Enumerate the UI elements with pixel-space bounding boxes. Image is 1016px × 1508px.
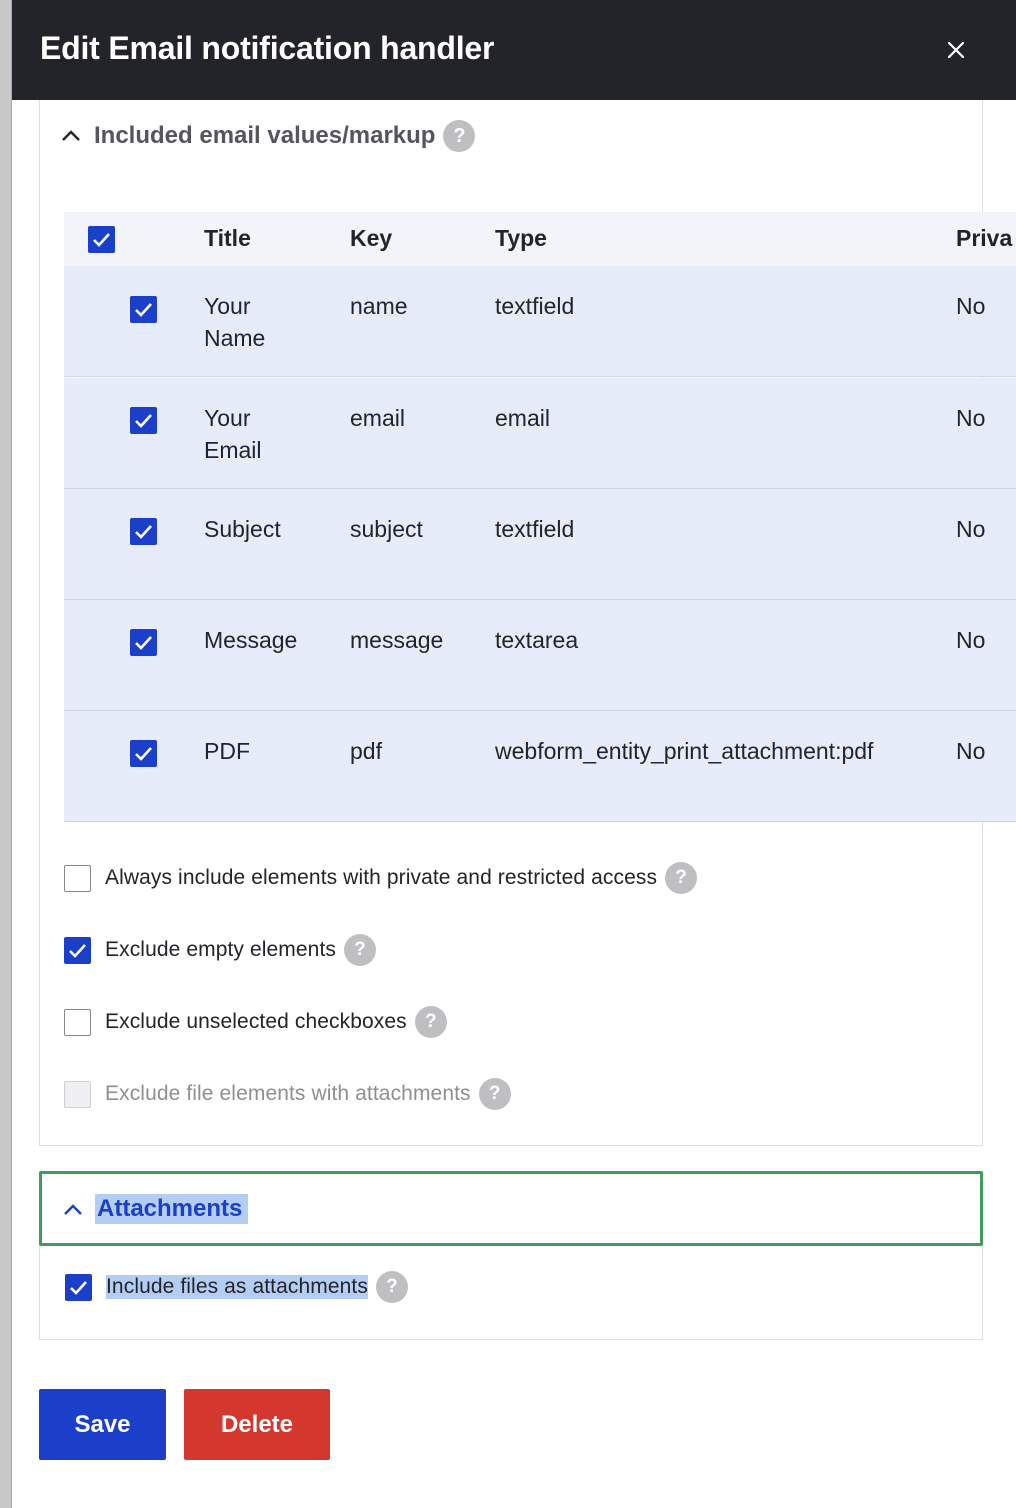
- attachments-label: Attachments: [95, 1194, 249, 1224]
- include-files-checkbox[interactable]: [65, 1273, 92, 1301]
- table-row: PDF pdf webform_entity_print_attachment:…: [64, 711, 1016, 822]
- help-icon[interactable]: ?: [343, 934, 376, 966]
- close-button[interactable]: [942, 36, 970, 64]
- option-label: Include files as attachments: [106, 1275, 368, 1299]
- row-key: subject: [350, 516, 423, 542]
- left-page-edge: [0, 0, 12, 1508]
- help-icon[interactable]: ?: [414, 1006, 447, 1038]
- checkmark-icon: [93, 233, 110, 247]
- dialog-header: Edit Email notification handler: [12, 0, 1016, 100]
- row-title: PDF: [204, 738, 250, 764]
- row-checkbox[interactable]: [130, 518, 157, 545]
- checkmark-icon: [70, 1280, 87, 1295]
- row-title-line: Your: [204, 405, 251, 431]
- table-row: Subject subject textfield No: [64, 489, 1016, 600]
- header-key: Key: [350, 225, 393, 251]
- always-include-private-checkbox[interactable]: [64, 864, 91, 892]
- chevron-up-icon: [64, 1204, 82, 1215]
- row-title-line: Email: [204, 437, 262, 463]
- checkmark-icon: [135, 747, 152, 761]
- table-row: Your Email email email No: [64, 378, 1016, 489]
- row-type: textarea: [495, 627, 579, 653]
- row-title: Your Email: [204, 402, 262, 466]
- select-all-checkbox[interactable]: [88, 226, 115, 253]
- row-key: message: [350, 627, 444, 653]
- option-label: Exclude empty elements: [105, 938, 336, 961]
- attachments-details: Include files as attachments ?: [39, 1246, 983, 1340]
- checkmark-icon: [135, 636, 152, 650]
- chevron-up-icon: [62, 130, 80, 141]
- help-icon[interactable]: ?: [665, 862, 698, 894]
- exclude-unselected-checkbox[interactable]: [64, 1008, 91, 1036]
- option-label: Always include elements with private and…: [105, 866, 658, 889]
- help-icon[interactable]: ?: [478, 1078, 511, 1110]
- table-row: Message message textarea No: [64, 600, 1016, 711]
- row-type: webform_entity_print_attachment:pdf: [495, 738, 874, 764]
- option-include-files[interactable]: Include files as attachments ?: [65, 1271, 408, 1303]
- option-exclude-file-elements: Exclude file elements with attachments ?: [64, 1078, 511, 1110]
- option-label: Exclude file elements with attachments: [105, 1082, 471, 1105]
- row-private: No: [956, 627, 986, 653]
- header-type: Type: [495, 225, 547, 251]
- help-icon[interactable]: ?: [443, 120, 476, 152]
- checkmark-icon: [135, 303, 152, 317]
- row-private: No: [956, 293, 986, 319]
- save-button[interactable]: Save: [39, 1389, 166, 1460]
- row-key: name: [350, 293, 408, 319]
- row-checkbox[interactable]: [130, 629, 157, 656]
- row-private: No: [956, 516, 986, 542]
- header-title: Title: [204, 225, 251, 251]
- row-key: pdf: [350, 738, 382, 764]
- row-checkbox[interactable]: [130, 296, 157, 323]
- exclude-file-elements-checkbox: [64, 1080, 91, 1108]
- checkmark-icon: [135, 525, 152, 539]
- row-checkbox[interactable]: [130, 407, 157, 434]
- header-private: Priva: [956, 225, 1013, 251]
- attachments-summary[interactable]: Attachments: [39, 1171, 983, 1246]
- dialog-title: Edit Email notification handler: [40, 30, 495, 66]
- table-row: Your Name name textfield No: [64, 266, 1016, 377]
- checkmark-icon: [135, 414, 152, 428]
- option-exclude-unselected[interactable]: Exclude unselected checkboxes ?: [64, 1006, 447, 1038]
- row-key: email: [350, 405, 405, 431]
- delete-button[interactable]: Delete: [184, 1389, 330, 1460]
- included-values-summary[interactable]: Included email values/markup ?: [60, 120, 476, 152]
- values-table: Title Key Type Priva Your Name name text…: [64, 212, 1016, 822]
- row-private: No: [956, 738, 986, 764]
- row-private: No: [956, 405, 986, 431]
- option-always-include-private[interactable]: Always include elements with private and…: [64, 862, 698, 894]
- table-header-row: Title Key Type Priva: [64, 212, 1016, 266]
- checkmark-icon: [69, 943, 86, 958]
- row-title-line: Name: [204, 325, 266, 351]
- help-icon[interactable]: ?: [375, 1271, 408, 1303]
- row-title: Message: [204, 627, 298, 653]
- row-title-line: Your: [204, 293, 251, 319]
- option-label: Exclude unselected checkboxes: [105, 1010, 407, 1033]
- row-title: Subject: [204, 516, 281, 542]
- exclude-empty-checkbox[interactable]: [64, 936, 91, 964]
- close-icon: [947, 41, 965, 59]
- included-values-label: Included email values/markup: [94, 122, 436, 149]
- row-title: Your Name: [204, 290, 265, 354]
- row-checkbox[interactable]: [130, 740, 157, 767]
- row-type: textfield: [495, 516, 575, 542]
- row-type: textfield: [495, 293, 575, 319]
- option-exclude-empty[interactable]: Exclude empty elements ?: [64, 934, 376, 966]
- row-type: email: [495, 405, 550, 431]
